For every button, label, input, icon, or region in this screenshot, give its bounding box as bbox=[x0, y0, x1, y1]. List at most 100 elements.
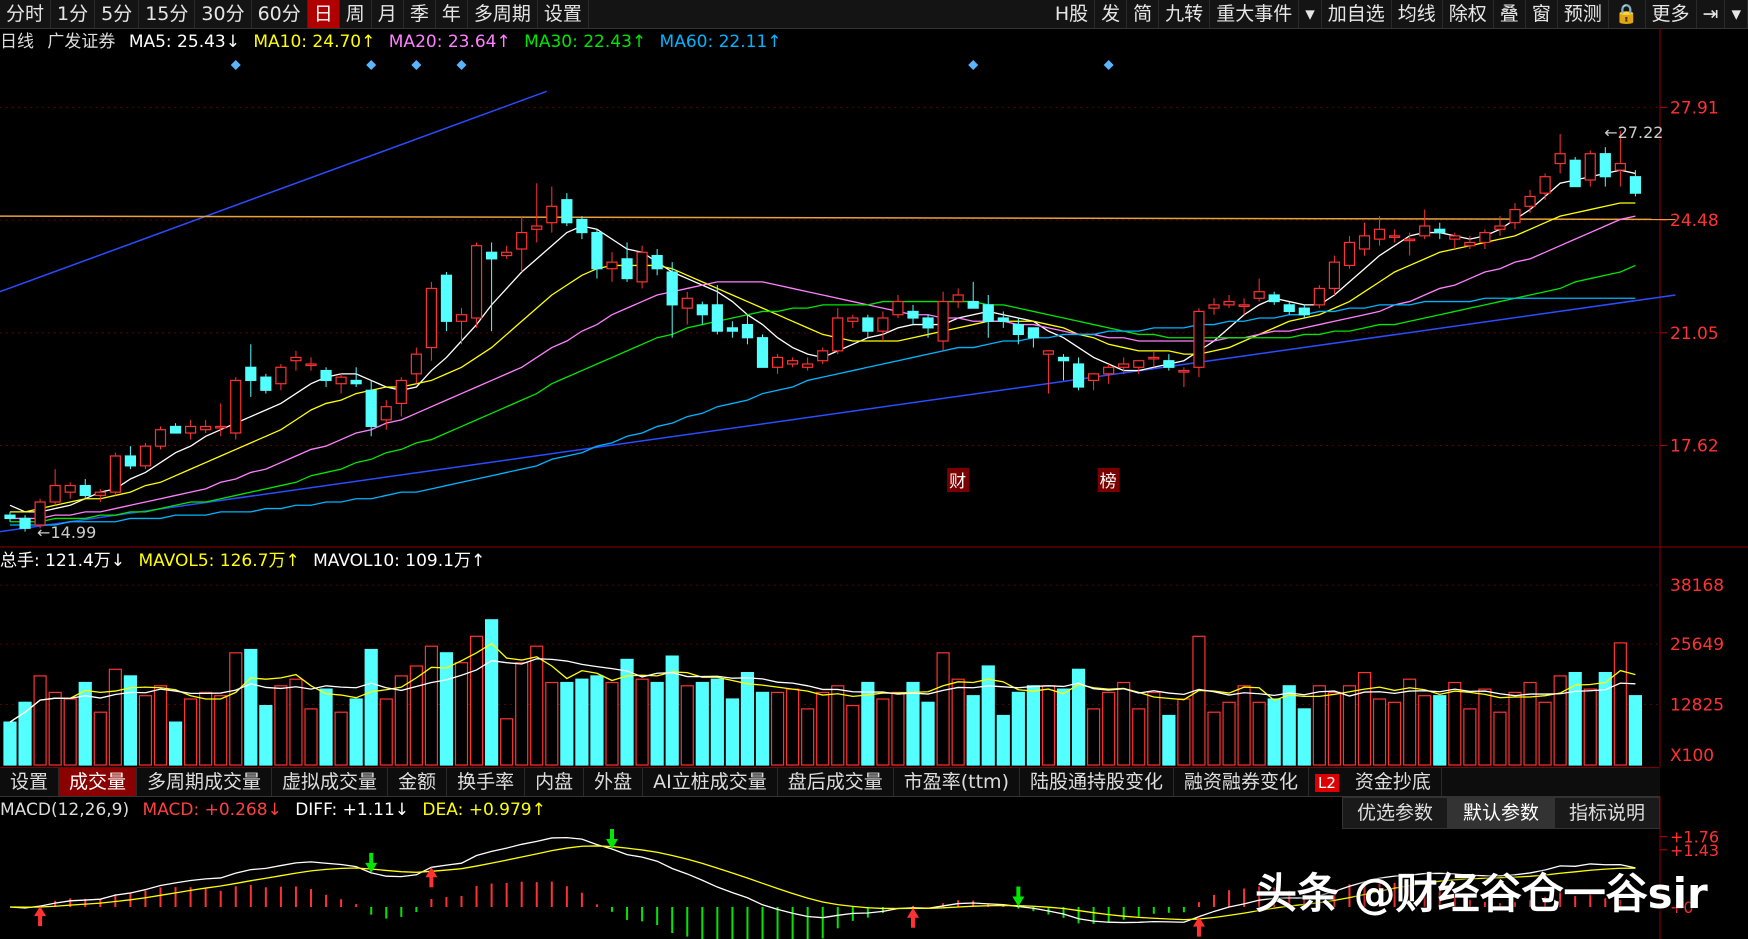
candle[interactable] bbox=[967, 281, 979, 309]
period-button[interactable]: 15分 bbox=[139, 0, 196, 28]
candle[interactable] bbox=[290, 350, 302, 371]
candle[interactable] bbox=[1163, 354, 1175, 371]
toolbar-button[interactable]: 发 bbox=[1095, 0, 1128, 28]
candle[interactable] bbox=[1584, 150, 1596, 187]
toolbar-button[interactable]: 窗 bbox=[1526, 0, 1558, 28]
candle[interactable] bbox=[1328, 255, 1341, 295]
candle[interactable] bbox=[1178, 367, 1190, 387]
period-button[interactable]: 设置 bbox=[538, 0, 589, 28]
toolbar-button[interactable]: 均线 bbox=[1392, 0, 1443, 28]
candle[interactable] bbox=[350, 367, 362, 387]
candle[interactable] bbox=[877, 311, 889, 341]
toolbar-button[interactable]: 简 bbox=[1127, 0, 1160, 28]
candle[interactable] bbox=[185, 419, 197, 440]
period-button[interactable]: 多周期 bbox=[468, 0, 538, 28]
candle[interactable] bbox=[1208, 298, 1220, 315]
candle[interactable] bbox=[1358, 222, 1371, 256]
candle[interactable] bbox=[1554, 134, 1566, 174]
indicator-tab[interactable]: L2 bbox=[1309, 768, 1345, 796]
toolbar-button[interactable]: 更多 bbox=[1646, 0, 1697, 28]
candle[interactable] bbox=[455, 308, 468, 345]
candle[interactable] bbox=[200, 419, 212, 433]
candle[interactable] bbox=[786, 357, 799, 368]
toolbar-button[interactable]: ▾ bbox=[1725, 0, 1748, 28]
candle[interactable] bbox=[817, 347, 829, 364]
toolbar-button[interactable]: H股 bbox=[1049, 0, 1096, 28]
period-button[interactable]: 年 bbox=[436, 0, 468, 28]
period-button[interactable]: 季 bbox=[404, 0, 436, 28]
candle[interactable] bbox=[621, 242, 633, 282]
period-button[interactable]: 5分 bbox=[95, 0, 140, 28]
period-button[interactable]: 周 bbox=[340, 0, 372, 28]
candle[interactable] bbox=[666, 262, 678, 338]
period-button[interactable]: 60分 bbox=[252, 0, 308, 28]
period-button[interactable]: 1分 bbox=[51, 0, 96, 28]
candle[interactable] bbox=[576, 216, 588, 240]
indicator-tab[interactable]: 外盘 bbox=[584, 768, 644, 796]
candle[interactable] bbox=[79, 479, 91, 499]
candle[interactable] bbox=[1373, 216, 1386, 246]
candle[interactable] bbox=[501, 245, 513, 259]
candle[interactable] bbox=[1027, 327, 1040, 348]
toolbar-button[interactable]: ▾ bbox=[1299, 0, 1322, 28]
indicator-tab[interactable]: 金额 bbox=[388, 768, 448, 796]
candle[interactable] bbox=[832, 308, 844, 355]
candle[interactable] bbox=[4, 511, 16, 522]
candle[interactable] bbox=[1057, 354, 1070, 381]
candle[interactable] bbox=[230, 377, 242, 440]
candle[interactable] bbox=[245, 344, 257, 397]
candle[interactable] bbox=[1298, 304, 1310, 318]
candle[interactable] bbox=[907, 304, 919, 325]
candle[interactable] bbox=[1629, 170, 1642, 197]
candle[interactable] bbox=[546, 186, 558, 233]
candle[interactable] bbox=[1569, 157, 1581, 188]
candle[interactable] bbox=[1283, 301, 1295, 315]
candle[interactable] bbox=[561, 193, 573, 226]
indicator-tab[interactable]: 市盈率(ttm) bbox=[894, 768, 1020, 796]
candle[interactable] bbox=[154, 426, 167, 450]
period-button[interactable]: 日 bbox=[307, 0, 340, 28]
candle[interactable] bbox=[681, 291, 693, 325]
candle[interactable] bbox=[425, 281, 437, 361]
candle[interactable] bbox=[1524, 189, 1536, 213]
candle[interactable] bbox=[606, 252, 618, 282]
candle[interactable] bbox=[591, 229, 603, 279]
toolbar-button[interactable]: 叠 bbox=[1494, 0, 1526, 28]
indicator-tab[interactable]: 资金抄底 bbox=[1345, 768, 1442, 796]
indicator-tab[interactable]: 换手率 bbox=[447, 768, 526, 796]
candle[interactable] bbox=[320, 367, 332, 387]
period-button[interactable]: 30分 bbox=[195, 0, 252, 28]
candle[interactable] bbox=[1509, 203, 1521, 230]
candle[interactable] bbox=[49, 469, 61, 506]
candle[interactable] bbox=[470, 242, 483, 328]
candle[interactable] bbox=[771, 354, 784, 374]
toolbar-button[interactable]: 🔒 bbox=[1609, 0, 1646, 28]
candle[interactable] bbox=[1087, 373, 1100, 391]
price-chart[interactable]: 27.91 24.48 21.05 17.62 ←27.22 ←14.99 财 榜 bbox=[0, 28, 1748, 548]
candle[interactable] bbox=[892, 295, 904, 318]
candle[interactable] bbox=[531, 183, 543, 243]
indicator-tab[interactable]: 成交量 bbox=[59, 768, 138, 796]
candle[interactable] bbox=[1388, 229, 1401, 243]
candle[interactable] bbox=[64, 482, 76, 499]
candle[interactable] bbox=[395, 377, 407, 417]
candle[interactable] bbox=[741, 314, 754, 345]
candle[interactable] bbox=[335, 373, 347, 394]
candle[interactable] bbox=[937, 291, 949, 351]
candle[interactable] bbox=[1193, 308, 1205, 378]
toolbar-button[interactable]: ⇥ bbox=[1697, 0, 1726, 28]
candle[interactable] bbox=[1072, 357, 1085, 391]
indicator-tab[interactable]: 陆股通持股变化 bbox=[1020, 768, 1174, 796]
candle[interactable] bbox=[636, 245, 648, 289]
candle[interactable] bbox=[1223, 295, 1235, 309]
candle[interactable] bbox=[275, 364, 287, 391]
volume-chart[interactable]: 38168 25649 12825 X100 bbox=[0, 547, 1748, 767]
candle[interactable] bbox=[124, 446, 137, 470]
candle[interactable] bbox=[862, 314, 874, 338]
candle[interactable] bbox=[1539, 173, 1551, 200]
indicator-tab[interactable]: 虚拟成交量 bbox=[272, 768, 389, 796]
candle[interactable] bbox=[109, 452, 121, 496]
candle[interactable] bbox=[1268, 291, 1280, 305]
indicator-tab[interactable]: 内盘 bbox=[525, 768, 585, 796]
candle[interactable] bbox=[982, 295, 994, 338]
